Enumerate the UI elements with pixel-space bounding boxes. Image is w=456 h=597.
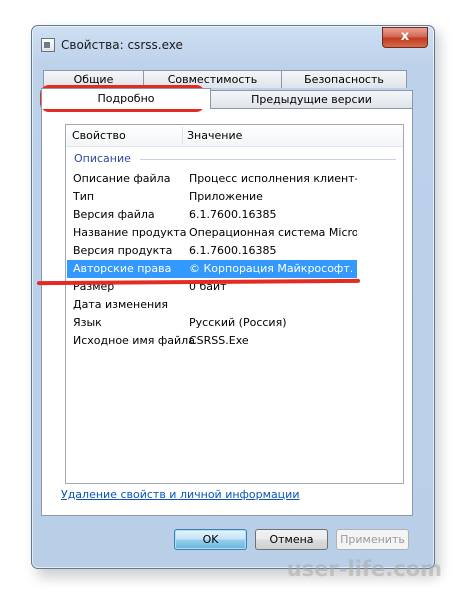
column-separator[interactable] (182, 127, 183, 144)
property-value: Процесс исполнения клиент-се... (189, 172, 357, 185)
details-list[interactable]: Свойство Значение Описание Описание файл… (65, 124, 404, 484)
list-item[interactable]: Версия файла 6.1.7600.16385 (67, 206, 357, 224)
property-name: Дата изменения (73, 298, 168, 311)
list-item[interactable]: Описание файла Процесс исполнения клиент… (67, 170, 357, 188)
cancel-button[interactable]: Отмена (255, 529, 328, 550)
list-item-selected[interactable]: Авторские права © Корпорация Майкрософт.… (67, 260, 357, 278)
column-header-property[interactable]: Свойство (72, 129, 126, 142)
property-name: Версия продукта (73, 244, 173, 257)
property-value: Русский (Россия) (189, 316, 287, 329)
property-name: Тип (73, 190, 95, 203)
tab-previous-versions[interactable]: Предыдущие версии (210, 90, 413, 108)
ok-button[interactable]: OK (174, 529, 247, 550)
group-description-label: Описание (74, 152, 131, 165)
title-bar[interactable]: Свойства: csrss.exe x (32, 26, 434, 56)
list-item[interactable]: Название продукта Операционная система M… (67, 224, 357, 242)
list-header: Свойство Значение (66, 125, 403, 147)
list-item[interactable]: Язык Русский (Россия) (67, 314, 357, 332)
property-name: Название продукта (73, 226, 187, 239)
list-item[interactable]: Исходное имя файла CSRSS.Exe (67, 332, 357, 350)
close-button[interactable]: x (382, 27, 428, 48)
property-value: © Корпорация Майкрософт. Вс... (189, 262, 357, 275)
list-item[interactable]: Дата изменения (67, 296, 357, 314)
property-name: Авторские права (73, 262, 172, 275)
property-name: Язык (73, 316, 102, 329)
property-value: 6.1.7600.16385 (189, 244, 277, 257)
property-value: Приложение (189, 190, 263, 203)
column-header-value[interactable]: Значение (187, 129, 242, 142)
group-divider (140, 159, 396, 160)
apply-button[interactable]: Применить (336, 529, 409, 550)
list-item[interactable]: Версия продукта 6.1.7600.16385 (67, 242, 357, 260)
property-name: Исходное имя файла (73, 334, 195, 347)
window-title: Свойства: csrss.exe (61, 38, 183, 52)
list-item[interactable]: Тип Приложение (67, 188, 357, 206)
property-name: Версия файла (73, 208, 155, 221)
property-value: CSRSS.Exe (189, 334, 249, 347)
property-value: Операционная система Microso... (189, 226, 357, 239)
remove-properties-link[interactable]: Удаление свойств и личной информации (61, 488, 299, 501)
window-icon (41, 38, 55, 52)
property-name: Описание файла (73, 172, 171, 185)
tab-security[interactable]: Безопасность (281, 70, 407, 88)
tab-details[interactable]: Подробно (41, 88, 211, 109)
property-value: 6.1.7600.16385 (189, 208, 277, 221)
watermark: user-life.com (286, 557, 442, 581)
